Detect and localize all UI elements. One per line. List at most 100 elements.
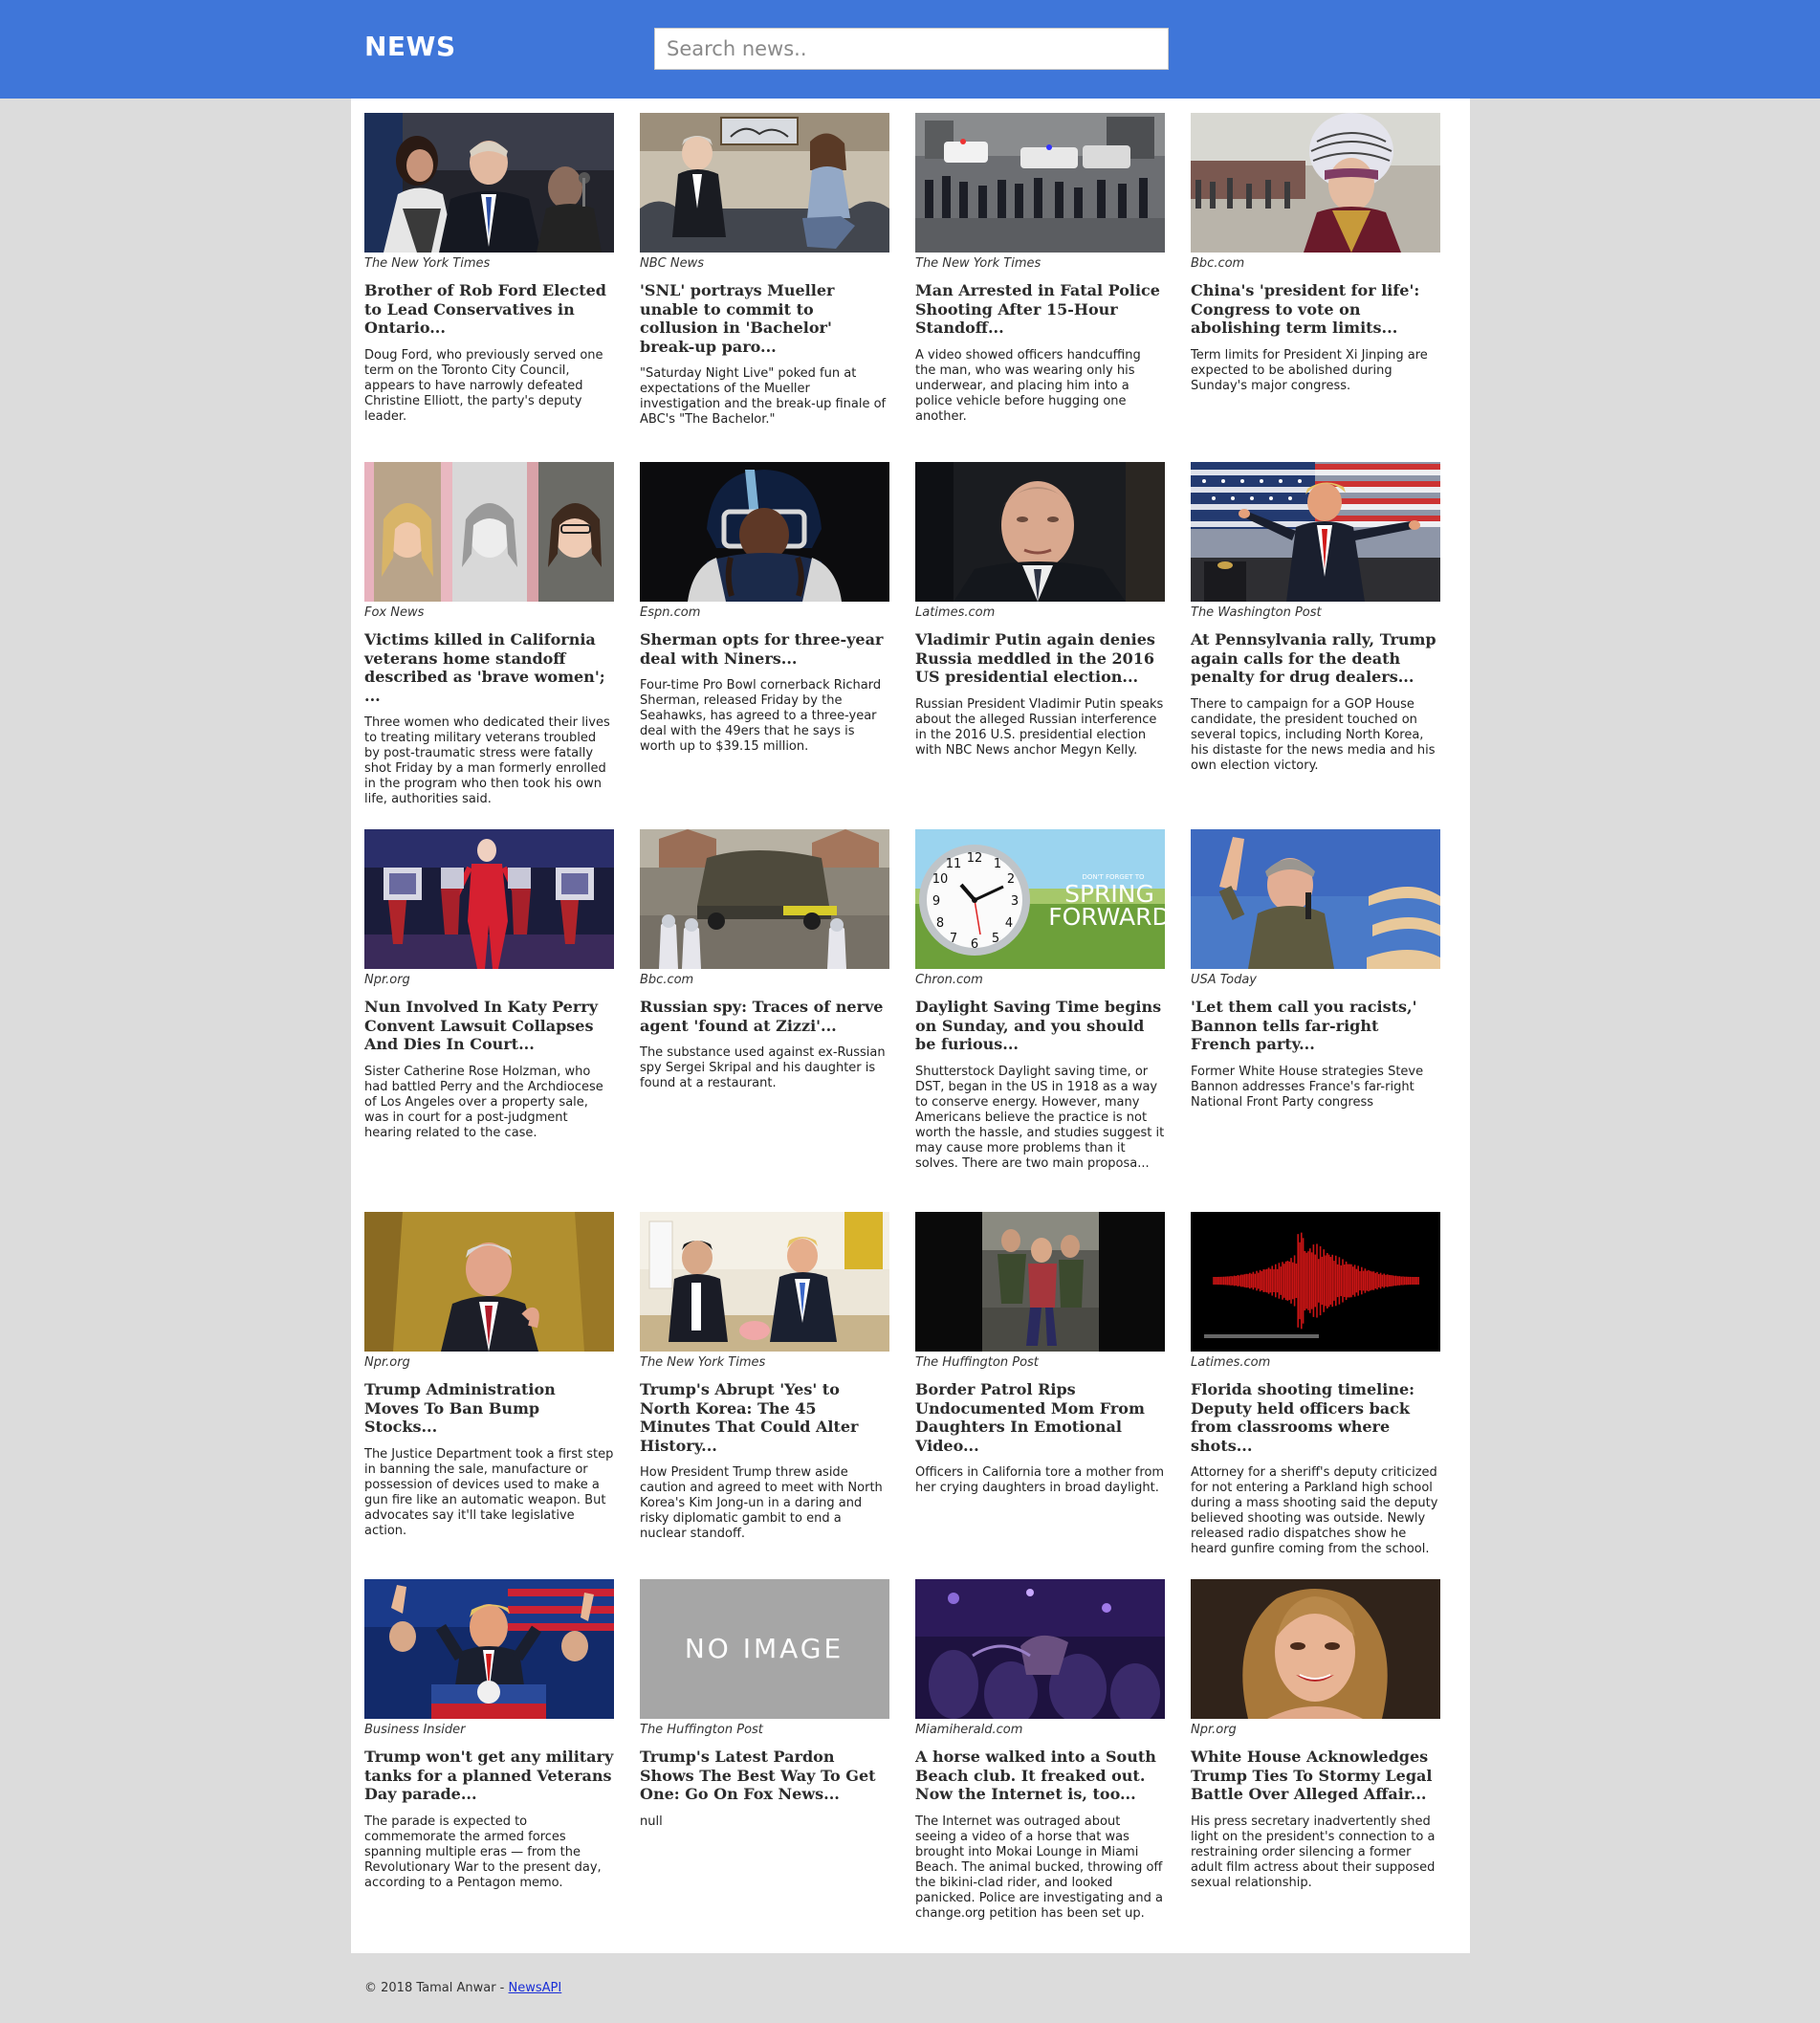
news-title-link[interactable]: Trump's Latest Pardon Shows The Best Way…: [640, 1748, 889, 1804]
news-source: The Washington Post: [1191, 605, 1322, 620]
svg-text:2: 2: [1007, 872, 1015, 887]
news-container: The New York Times Brother of Rob Ford E…: [351, 99, 1470, 1953]
news-card: NBC News 'SNL' portrays Mueller unable t…: [640, 113, 889, 462]
news-card: The New York Times Brother of Rob Ford E…: [364, 113, 614, 462]
news-card: Npr.org Nun Involved In Katy Perry Conve…: [364, 829, 614, 1212]
news-card: USA Today 'Let them call you racists,' B…: [1191, 829, 1440, 1212]
news-source: Npr.org: [364, 1355, 410, 1370]
news-thumbnail[interactable]: [915, 113, 1165, 253]
news-title-link[interactable]: Russian spy: Traces of nerve agent 'foun…: [640, 998, 889, 1035]
news-title-link[interactable]: White House Acknowledges Trump Ties To S…: [1191, 1748, 1440, 1804]
news-title-link[interactable]: At Pennsylvania rally, Trump again calls…: [1191, 630, 1440, 687]
news-title-link[interactable]: Man Arrested in Fatal Police Shooting Af…: [915, 281, 1165, 338]
news-title-link[interactable]: Trump Administration Moves To Ban Bump S…: [364, 1380, 614, 1437]
news-title-link[interactable]: Trump's Abrupt 'Yes' to North Korea: The…: [640, 1380, 889, 1455]
news-card: Bbc.com China's 'president for life': Co…: [1191, 113, 1440, 462]
news-thumbnail[interactable]: [915, 1579, 1165, 1719]
news-source: Latimes.com: [1191, 1355, 1271, 1370]
news-title-link[interactable]: A horse walked into a South Beach club. …: [915, 1748, 1165, 1804]
svg-text:8: 8: [936, 916, 944, 931]
news-title-link[interactable]: Border Patrol Rips Undocumented Mom From…: [915, 1380, 1165, 1455]
news-description: The Internet was outraged about seeing a…: [915, 1814, 1163, 1921]
news-thumbnail[interactable]: [1191, 1579, 1440, 1719]
news-description: Sister Catherine Rose Holzman, who had b…: [364, 1064, 603, 1140]
svg-text:5: 5: [992, 932, 999, 946]
news-description: Four-time Pro Bowl cornerback Richard Sh…: [640, 678, 882, 754]
news-description: His press secretary inadvertently shed l…: [1191, 1814, 1436, 1890]
news-source: Chron.com: [915, 973, 983, 987]
svg-text:3: 3: [1011, 894, 1019, 909]
news-thumbnail[interactable]: [364, 829, 614, 969]
news-title-link[interactable]: Trump won't get any military tanks for a…: [364, 1748, 614, 1804]
news-title-link[interactable]: 'SNL' portrays Mueller unable to commit …: [640, 281, 889, 356]
svg-text:9: 9: [932, 894, 940, 909]
news-source: The New York Times: [640, 1355, 766, 1370]
news-title-link[interactable]: Florida shooting timeline: Deputy held o…: [1191, 1380, 1440, 1455]
news-description: How President Trump threw aside caution …: [640, 1465, 883, 1541]
news-thumbnail[interactable]: [915, 1212, 1165, 1352]
news-title-link[interactable]: China's 'president for life': Congress t…: [1191, 281, 1440, 338]
news-description: There to campaign for a GOP House candid…: [1191, 696, 1436, 773]
news-title-link[interactable]: 'Let them call you racists,' Bannon tell…: [1191, 998, 1440, 1054]
footer-newsapi-link[interactable]: NewsAPI: [509, 1981, 562, 1995]
news-title-link[interactable]: Victims killed in California veterans ho…: [364, 630, 614, 705]
brand-logo[interactable]: NEWS: [364, 31, 456, 62]
news-title-link[interactable]: Sherman opts for three-year deal with Ni…: [640, 630, 889, 668]
svg-text:11: 11: [946, 857, 962, 871]
news-description: The Justice Department took a first step…: [364, 1446, 614, 1538]
search-input[interactable]: [654, 28, 1169, 70]
news-thumbnail[interactable]: [364, 462, 614, 602]
news-title-link[interactable]: Vladimir Putin again denies Russia meddl…: [915, 630, 1165, 687]
news-source: The New York Times: [364, 256, 491, 271]
news-source: The New York Times: [915, 256, 1042, 271]
footer: © 2018 Tamal Anwar - NewsAPI: [364, 1981, 561, 1995]
news-source: The Huffington Post: [640, 1723, 763, 1737]
svg-text:1: 1: [994, 857, 1001, 871]
footer-copyright: © 2018 Tamal Anwar -: [364, 1981, 505, 1995]
news-thumbnail[interactable]: [640, 113, 889, 253]
news-thumbnail[interactable]: [1191, 113, 1440, 253]
news-description: The parade is expected to commemorate th…: [364, 1814, 602, 1890]
news-description: The substance used against ex-Russian sp…: [640, 1045, 886, 1090]
news-thumbnail[interactable]: [915, 462, 1165, 602]
news-thumbnail[interactable]: [1191, 829, 1440, 969]
svg-text:6: 6: [971, 937, 978, 952]
news-description: null: [640, 1814, 663, 1829]
news-thumbnail[interactable]: [364, 1212, 614, 1352]
news-card: Espn.com Sherman opts for three-year dea…: [640, 462, 889, 829]
news-description: A video showed officers handcuffing the …: [915, 347, 1141, 424]
news-card: Npr.org White House Acknowledges Trump T…: [1191, 1579, 1440, 1946]
news-source: USA Today: [1191, 973, 1257, 987]
news-thumbnail[interactable]: [1191, 1212, 1440, 1352]
news-source: Espn.com: [640, 605, 701, 620]
svg-text:12: 12: [967, 851, 983, 866]
news-description: Officers in California tore a mother fro…: [915, 1465, 1165, 1495]
news-card: Fox News Victims killed in California ve…: [364, 462, 614, 829]
news-description: Former White House strategies Steve Bann…: [1191, 1064, 1424, 1110]
news-thumbnail-placeholder[interactable]: NO IMAGE: [640, 1579, 889, 1719]
svg-text:10: 10: [932, 872, 949, 887]
news-source: Bbc.com: [640, 973, 694, 987]
news-title-link[interactable]: Daylight Saving Time begins on Sunday, a…: [915, 998, 1165, 1054]
news-card: Npr.org Trump Administration Moves To Ba…: [364, 1212, 614, 1579]
news-card: Latimes.com Vladimir Putin again denies …: [915, 462, 1165, 829]
news-thumbnail[interactable]: [364, 113, 614, 253]
news-card: NO IMAGE The Huffington Post Trump's Lat…: [640, 1579, 889, 1946]
news-thumbnail[interactable]: [1191, 462, 1440, 602]
news-card: The Huffington Post Border Patrol Rips U…: [915, 1212, 1165, 1579]
news-thumbnail[interactable]: [640, 1212, 889, 1352]
news-source: Business Insider: [364, 1723, 466, 1737]
news-description: Doug Ford, who previously served one ter…: [364, 347, 603, 424]
news-card: 12 1 2 345 678 9 10 11 DON'T FORGET TO SPRIN…: [915, 829, 1165, 1212]
news-title-link[interactable]: Nun Involved In Katy Perry Convent Lawsu…: [364, 998, 614, 1054]
news-thumbnail[interactable]: [640, 829, 889, 969]
news-thumbnail[interactable]: [364, 1579, 614, 1719]
news-title-link[interactable]: Brother of Rob Ford Elected to Lead Cons…: [364, 281, 614, 338]
news-description: Attorney for a sheriff's deputy criticiz…: [1191, 1465, 1438, 1556]
news-thumbnail[interactable]: 12 1 2 345 678 9 10 11 DON'T FORGET TO SPRIN…: [915, 829, 1165, 969]
news-card: The New York Times Man Arrested in Fatal…: [915, 113, 1165, 462]
news-source: Npr.org: [364, 973, 410, 987]
news-thumbnail[interactable]: [640, 462, 889, 602]
news-source: Miamiherald.com: [915, 1723, 1023, 1737]
news-source: NBC News: [640, 256, 704, 271]
